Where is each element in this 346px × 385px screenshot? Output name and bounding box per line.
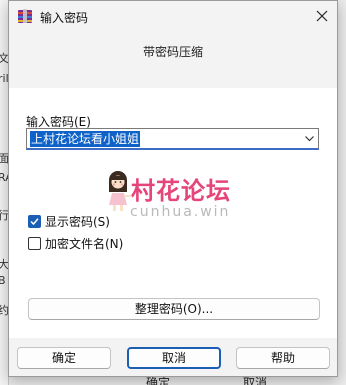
help-button[interactable]: 帮助 — [236, 347, 330, 369]
close-button[interactable] — [307, 1, 337, 31]
girl-illustration-icon — [105, 169, 131, 216]
ok-button[interactable]: 确定 — [17, 347, 111, 369]
encrypt-filenames-checkbox[interactable]: 加密文件名(N) — [28, 235, 123, 252]
watermark-title: 村花论坛 — [131, 177, 231, 205]
checkbox-unchecked-icon[interactable] — [28, 237, 41, 250]
watermark-url: cunhua.win — [130, 204, 231, 220]
show-password-label: 显示密码(S) — [45, 215, 110, 229]
dialog-heading: 带密码压缩 — [142, 45, 203, 59]
cancel-button[interactable]: 取消 — [127, 347, 221, 369]
watermark: 村花论坛 cunhua.win — [97, 163, 257, 223]
password-input[interactable]: 上村花论坛看小姐姐 — [26, 128, 319, 150]
chevron-down-icon[interactable] — [304, 133, 315, 147]
encrypt-filenames-label: 加密文件名(N) — [45, 237, 124, 251]
organize-passwords-button[interactable]: 整理密码(O)... — [28, 298, 320, 320]
window-title: 输入密码 — [40, 11, 89, 25]
password-value: 上村花论坛看小姐姐 — [30, 131, 141, 147]
close-icon — [316, 10, 328, 22]
checkbox-checked-icon[interactable] — [28, 215, 41, 228]
show-password-checkbox[interactable]: 显示密码(S) — [28, 213, 110, 230]
title-bar: 输入密码 — [9, 1, 337, 32]
password-dialog: 输入密码 带密码压缩 输入密码(E) 上村花论坛看小姐姐 村花论坛 cunhua… — [8, 0, 338, 377]
winrar-icon — [17, 8, 33, 24]
